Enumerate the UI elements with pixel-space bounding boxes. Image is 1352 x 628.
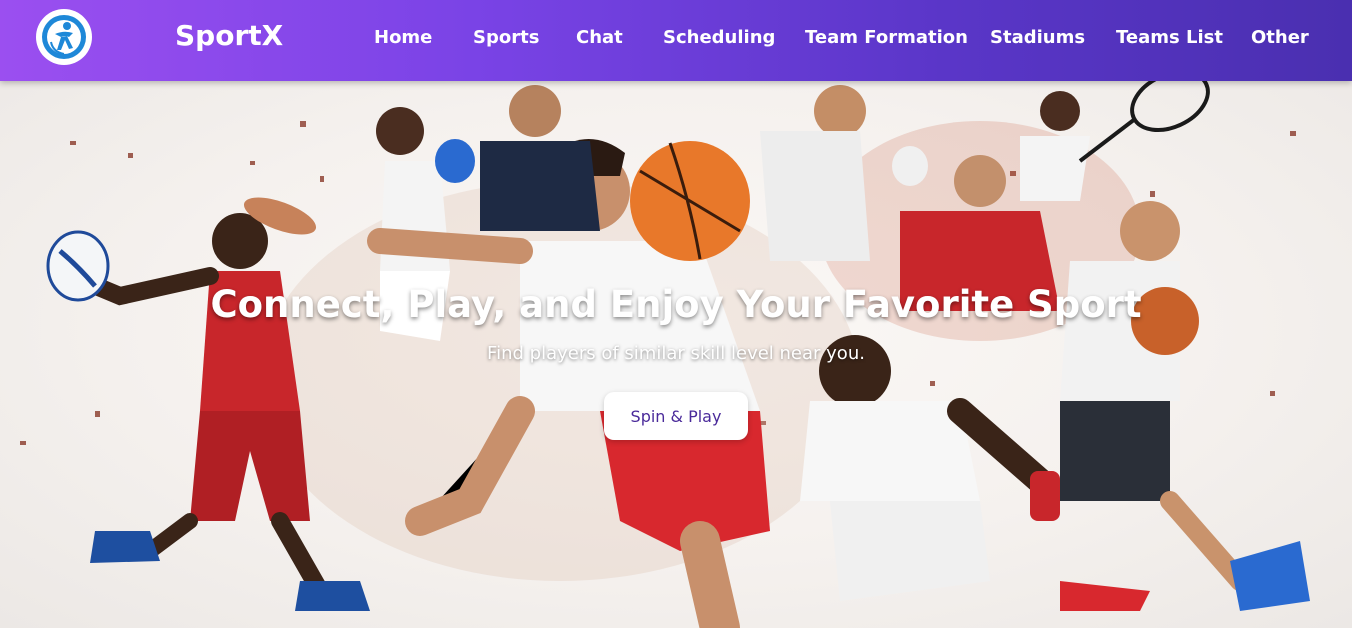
hero-title: Connect, Play, and Enjoy Your Favorite S…: [210, 283, 1142, 326]
nav-other[interactable]: Other: [1251, 27, 1309, 48]
top-navbar: SportX Home Sports Chat Scheduling Team …: [0, 0, 1352, 81]
hero-section: Connect, Play, and Enjoy Your Favorite S…: [0, 81, 1352, 628]
brand-name[interactable]: SportX: [175, 19, 283, 52]
nav-chat[interactable]: Chat: [576, 27, 623, 48]
athlete-logo-icon: [42, 15, 86, 59]
nav-sports[interactable]: Sports: [473, 27, 539, 48]
nav-team-formation[interactable]: Team Formation: [805, 27, 968, 48]
spin-and-play-button[interactable]: Spin & Play: [604, 392, 748, 440]
nav-teams-list[interactable]: Teams List: [1116, 27, 1223, 48]
nav-stadiums[interactable]: Stadiums: [990, 27, 1085, 48]
hero-subtitle: Find players of similar skill level near…: [487, 343, 865, 364]
brand-logo[interactable]: [36, 9, 92, 65]
nav-scheduling[interactable]: Scheduling: [663, 27, 775, 48]
nav-home[interactable]: Home: [374, 27, 432, 48]
